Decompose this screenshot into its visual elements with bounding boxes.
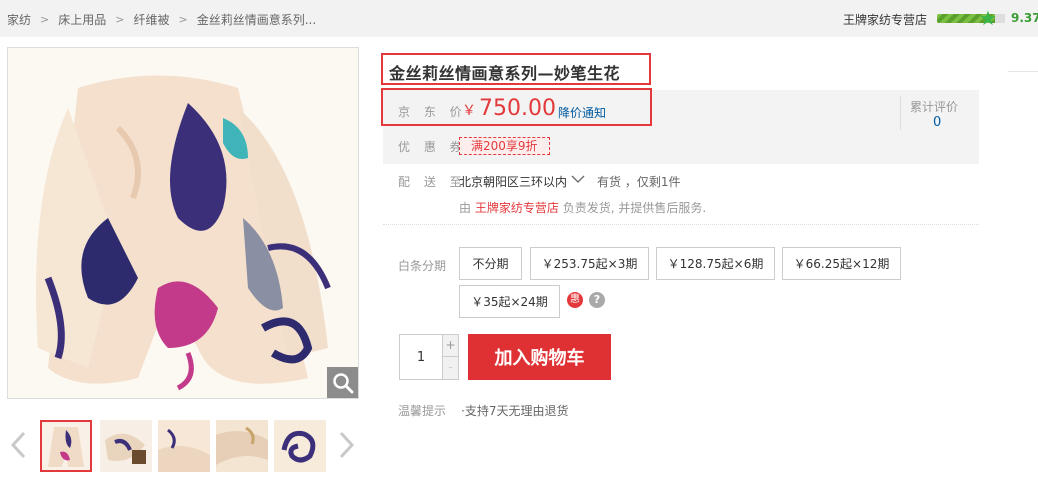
currency-symbol: ￥	[462, 103, 476, 119]
quantity-stepper: + -	[399, 334, 459, 380]
product-price: ￥ 750.00	[462, 96, 556, 121]
thumbnail-prev-button[interactable]	[8, 430, 28, 460]
shop-name-link[interactable]: 王牌家纺专营店	[843, 11, 927, 28]
star-icon: ★	[979, 6, 997, 30]
tips-label: 温馨提示	[398, 404, 447, 418]
chevron-left-icon	[10, 431, 26, 459]
installment-option-none[interactable]: 不分期	[459, 247, 522, 280]
installment-option-24[interactable]: ￥35起×24期	[459, 285, 560, 318]
breadcrumb-separator-icon: >	[40, 13, 50, 26]
installment-option-3[interactable]: ￥253.75起×3期	[530, 247, 649, 280]
chevron-right-icon	[339, 431, 355, 459]
installment-option-12[interactable]: ￥66.25起×12期	[782, 247, 901, 280]
coupon-label: 优 惠 券	[398, 140, 467, 154]
breadcrumb-separator-icon: >	[178, 13, 188, 26]
breadcrumb-item-current-product[interactable]: 金丝莉丝情画意系列...	[197, 11, 316, 28]
price-notify-link[interactable]: 降价通知	[558, 104, 606, 121]
magnifier-icon	[332, 372, 353, 393]
reviews-label: 累计评价	[910, 100, 959, 114]
stock-status: 有货 ，仅剩1件	[597, 175, 681, 189]
divider	[383, 224, 979, 225]
installment-option-6[interactable]: ￥128.75起×6期	[656, 247, 775, 280]
quantity-increase-button[interactable]: +	[443, 335, 458, 357]
coupon-badge[interactable]: 满200享9折	[459, 137, 550, 155]
thumbnail-5[interactable]	[274, 420, 326, 472]
discount-icon: 惠	[567, 292, 583, 308]
thumbnail-image	[274, 420, 326, 472]
seller-prefix: 由	[459, 201, 472, 215]
thumbnail-image	[100, 420, 152, 472]
delivery-address-select[interactable]: 北京朝阳区三环以内	[459, 173, 567, 190]
divider	[1008, 71, 1038, 72]
thumbnail-3[interactable]	[158, 420, 210, 472]
seller-info: 由 王牌家纺专营店 负责发货, 并提供售后服务.	[459, 199, 706, 216]
thumbnail-2[interactable]	[100, 420, 152, 472]
chevron-down-icon[interactable]	[570, 172, 586, 186]
tips-text: ·支持7天无理由退货	[461, 404, 569, 418]
thumbnail-next-button[interactable]	[337, 430, 357, 460]
breadcrumb: 家纺 > 床上用品 > 纤维被 > 金丝莉丝情画意系列...	[7, 11, 316, 28]
breadcrumb-separator-icon: >	[115, 13, 125, 26]
thumbnail-4[interactable]	[216, 420, 268, 472]
seller-shop-link[interactable]: 王牌家纺专营店	[475, 201, 559, 215]
breadcrumb-item-fiber-quilt[interactable]: 纤维被	[133, 11, 169, 28]
breadcrumb-item-bedding[interactable]: 床上用品	[58, 11, 106, 28]
quantity-decrease-button[interactable]: -	[443, 357, 458, 379]
help-icon[interactable]: ?	[589, 292, 605, 308]
installment-label: 白条分期	[398, 259, 447, 273]
breadcrumb-bar: 家纺 > 床上用品 > 纤维被 > 金丝莉丝情画意系列... 王牌家纺专营店 ★…	[0, 0, 1038, 37]
add-to-cart-button[interactable]: 加入购物车	[468, 334, 611, 380]
thumbnail-image	[158, 420, 210, 472]
price-label: 京 东 价	[398, 105, 467, 119]
delivery-label: 配 送 至	[398, 175, 467, 189]
thumbnail-image	[216, 420, 268, 472]
main-product-image[interactable]	[7, 47, 359, 399]
divider	[900, 96, 901, 130]
price-value: 750.00	[479, 96, 556, 121]
quantity-input[interactable]	[400, 335, 443, 379]
zoom-button[interactable]	[327, 367, 358, 398]
thumbnail-1[interactable]	[40, 420, 92, 472]
reviews-count[interactable]: 0	[933, 115, 941, 130]
scarf-illustration	[8, 48, 358, 398]
thumbnail-image	[42, 422, 90, 470]
seller-suffix: 负责发货, 并提供售后服务.	[562, 201, 707, 215]
breadcrumb-item-home-textile[interactable]: 家纺	[7, 11, 31, 28]
product-title: 金丝莉丝情画意系列—妙笔生花	[389, 64, 621, 83]
shop-score: 9.37	[1011, 11, 1038, 25]
